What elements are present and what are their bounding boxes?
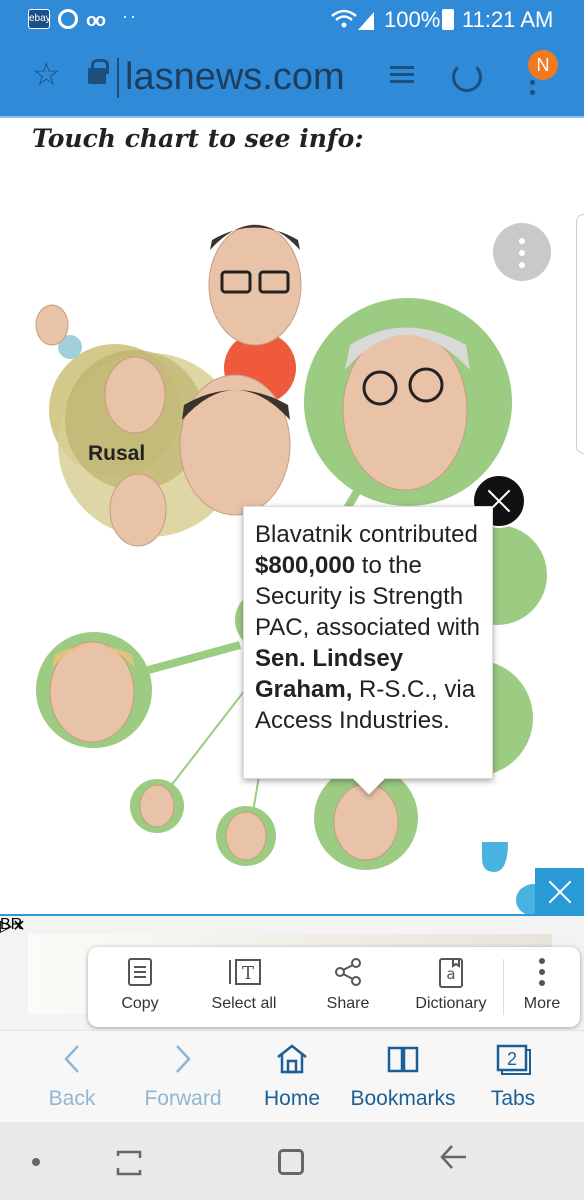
- cluster-label: Rusal: [88, 442, 146, 465]
- chevron-right-icon: [138, 1043, 228, 1087]
- more-button[interactable]: More: [508, 947, 576, 1027]
- notification-badge[interactable]: N: [528, 50, 558, 80]
- dictionary-label: Dictionary: [415, 995, 487, 1012]
- copy-button[interactable]: Copy: [96, 947, 184, 1027]
- adchoices-icon[interactable]: ▷✕: [0, 916, 26, 936]
- chart-options-button[interactable]: [493, 223, 551, 281]
- bookmarks-label: Bookmarks: [350, 1087, 456, 1110]
- svg-text:a: a: [446, 965, 455, 983]
- menu-divider: [503, 959, 504, 1015]
- chevron-left-icon: [36, 1043, 108, 1087]
- copy-icon: [96, 957, 184, 991]
- status-bar: ebay oo ·· 100% 11:21 AM: [0, 0, 584, 40]
- share-label: Share: [326, 995, 370, 1012]
- chart-link: [159, 689, 246, 801]
- url-field[interactable]: lasnews.com: [125, 56, 345, 99]
- tab-count: 2: [507, 1049, 517, 1069]
- lock-icon[interactable]: [88, 59, 109, 84]
- select-all-button[interactable]: T Select all: [194, 947, 294, 1027]
- home-nav-icon[interactable]: [278, 1149, 304, 1175]
- tooltip-amount: $800,000: [255, 552, 356, 579]
- forward-label: Forward: [144, 1087, 222, 1110]
- more-icon: [508, 957, 576, 991]
- copy-label: Copy: [121, 995, 159, 1012]
- clock: 11:21 AM: [462, 7, 554, 32]
- battery-icon: [442, 9, 454, 30]
- tabs-icon: 2: [480, 1043, 546, 1087]
- decorative-drop: [482, 842, 508, 872]
- back-button[interactable]: Back: [36, 1031, 108, 1123]
- back-label: Back: [48, 1087, 96, 1110]
- bookmarks-icon: [346, 1043, 460, 1087]
- more-label: More: [523, 995, 561, 1012]
- tabs-button[interactable]: 2 Tabs: [480, 1031, 546, 1123]
- dictionary-icon: a: [400, 957, 502, 991]
- ebay-notification-icon: ebay: [28, 9, 51, 29]
- back-nav-icon[interactable]: [438, 1142, 468, 1181]
- select-all-label: Select all: [211, 995, 277, 1012]
- browser-bottom-nav: Back Forward Home Bookmarks 2 Tabs: [0, 1030, 584, 1122]
- more-notifications-icon: ··: [122, 6, 138, 26]
- select-all-icon: T: [194, 957, 294, 991]
- wifi-signal-icon: [330, 8, 374, 37]
- reload-icon[interactable]: [452, 62, 482, 92]
- dictionary-button[interactable]: a Dictionary: [400, 947, 502, 1027]
- browser-toolbar: ☆ lasnews.com N: [0, 40, 584, 118]
- voicemail-icon: oo: [86, 10, 106, 30]
- reader-mode-icon[interactable]: [390, 66, 414, 88]
- home-label: Home: [263, 1087, 321, 1110]
- forward-button[interactable]: Forward: [138, 1031, 228, 1123]
- svg-text:T: T: [242, 963, 254, 984]
- text-selection-menu: Copy T Select all Share a Dictionary Mor…: [88, 947, 580, 1027]
- url-cursor: [117, 58, 119, 98]
- battery-percent: 100%: [384, 7, 441, 32]
- page-title: Touch chart to see info:: [32, 124, 364, 153]
- tooltip-text-pre: Blavatnik contributed: [255, 521, 478, 548]
- tabs-label: Tabs: [490, 1087, 536, 1110]
- sync-icon: [58, 9, 78, 29]
- share-button[interactable]: Share: [302, 947, 394, 1027]
- home-button[interactable]: Home: [256, 1031, 328, 1123]
- keyboard-dot-icon[interactable]: [32, 1158, 40, 1166]
- share-icon: [302, 957, 394, 991]
- recent-apps-icon[interactable]: [114, 1148, 144, 1186]
- system-navigation-bar: [0, 1122, 584, 1200]
- chart-tooltip: Blavatnik contributed $800,000 to the Se…: [243, 506, 493, 779]
- bookmarks-button[interactable]: Bookmarks: [346, 1031, 460, 1123]
- home-icon: [256, 1043, 328, 1087]
- close-ad-button[interactable]: [535, 868, 584, 916]
- bookmark-star-icon[interactable]: ☆: [32, 58, 61, 90]
- side-panel-handle[interactable]: [576, 214, 584, 454]
